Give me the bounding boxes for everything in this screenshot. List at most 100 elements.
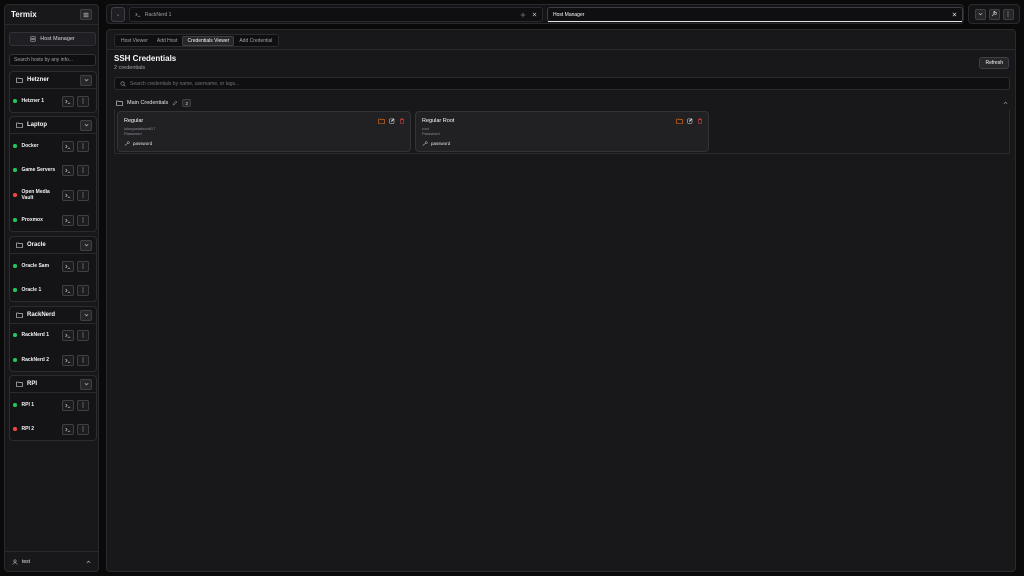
group-collapse-button[interactable] bbox=[80, 378, 92, 390]
group-header[interactable]: RPI bbox=[10, 376, 96, 393]
host-item-game-servers[interactable]: Game Servers bbox=[9, 161, 89, 179]
credential-folder-header[interactable]: Main Credentials 2 bbox=[114, 97, 1010, 109]
terminal-button[interactable] bbox=[62, 214, 74, 226]
status-dot bbox=[13, 168, 17, 172]
divider bbox=[107, 49, 1015, 50]
folder-icon bbox=[378, 118, 385, 124]
host-options-button[interactable] bbox=[77, 423, 89, 435]
host-item-hetzner-1[interactable]: Hetzner 1 bbox=[9, 92, 89, 110]
user-menu[interactable]: test bbox=[5, 551, 98, 571]
key-icon bbox=[124, 141, 130, 146]
host-item-racknerd-1[interactable]: RackNerd 1 bbox=[9, 326, 89, 344]
tab-racknerd-1[interactable]: RackNerd 1 bbox=[129, 7, 543, 22]
host-name: Oracle Sam bbox=[21, 263, 50, 269]
credential-type: Password bbox=[124, 131, 142, 136]
host-item-racknerd-2[interactable]: RackNerd 2 bbox=[9, 351, 89, 369]
host-manager-label: Host Manager bbox=[40, 36, 75, 42]
host-item-oracle-1[interactable]: Oracle 1 bbox=[9, 281, 89, 299]
host-search-input[interactable]: Search hosts by any info... bbox=[9, 54, 96, 66]
terminal-button[interactable] bbox=[62, 399, 74, 411]
group-collapse-button[interactable] bbox=[80, 74, 92, 86]
host-options-button[interactable] bbox=[77, 164, 89, 176]
status-dot bbox=[13, 427, 17, 431]
terminal-button[interactable] bbox=[62, 354, 74, 366]
split-icon[interactable] bbox=[520, 12, 526, 18]
host-options-button[interactable] bbox=[77, 284, 89, 296]
refresh-button[interactable]: Refresh bbox=[979, 57, 1009, 69]
tab-add-credential[interactable]: Add Credential bbox=[235, 36, 276, 46]
more-vertical-icon bbox=[82, 357, 84, 363]
credential-card[interactable]: Regular Root root Password password bbox=[415, 111, 709, 152]
host-manager-panel: Host Viewer Add Host Credentials Viewer … bbox=[106, 29, 1016, 572]
group-collapse-button[interactable] bbox=[80, 239, 92, 251]
host-options-button[interactable] bbox=[77, 354, 89, 366]
more-button[interactable] bbox=[1002, 8, 1014, 20]
terminal-button[interactable] bbox=[62, 423, 74, 435]
delete-credential-button[interactable] bbox=[398, 117, 405, 124]
terminal-button[interactable] bbox=[62, 189, 74, 201]
credential-search-input[interactable]: Search credentials by name, username, or… bbox=[114, 77, 1010, 90]
terminal-button[interactable] bbox=[62, 164, 74, 176]
host-item-rpi-1[interactable]: RPI 1 bbox=[9, 396, 89, 414]
chevron-down-icon bbox=[84, 382, 88, 386]
host-item-proxmox[interactable]: Proxmox bbox=[9, 211, 89, 229]
host-search-placeholder: Search hosts by any info... bbox=[14, 57, 73, 63]
folder-icon bbox=[116, 100, 123, 106]
home-icon bbox=[117, 13, 119, 16]
status-dot bbox=[13, 193, 17, 197]
host-item-open-media-vault[interactable]: Open Media Vault bbox=[9, 186, 89, 204]
tab-host-manager[interactable]: Host Manager bbox=[547, 7, 963, 22]
terminal-button[interactable] bbox=[62, 284, 74, 296]
group-collapse-button[interactable] bbox=[80, 309, 92, 321]
group-collapse-button[interactable] bbox=[80, 119, 92, 131]
close-icon[interactable] bbox=[532, 12, 537, 17]
terminal-button[interactable] bbox=[62, 260, 74, 272]
auth-type-badge: password bbox=[422, 141, 450, 146]
group-header[interactable]: Laptop bbox=[10, 117, 96, 134]
edit-credential-button[interactable] bbox=[686, 117, 693, 124]
host-options-button[interactable] bbox=[77, 95, 89, 107]
host-manager-button[interactable]: Host Manager bbox=[9, 32, 96, 46]
group-name: RackNerd bbox=[27, 312, 56, 318]
terminal-icon bbox=[65, 264, 71, 268]
terminal-button[interactable] bbox=[62, 329, 74, 341]
home-tab[interactable] bbox=[111, 7, 125, 22]
host-options-button[interactable] bbox=[77, 329, 89, 341]
credential-card[interactable]: Regular lukegustafson617 Password passwo… bbox=[117, 111, 411, 152]
host-options-button[interactable] bbox=[77, 140, 89, 152]
terminal-button[interactable] bbox=[62, 140, 74, 152]
host-name: Open Media Vault bbox=[21, 189, 50, 201]
terminal-icon bbox=[65, 193, 71, 197]
delete-credential-button[interactable] bbox=[696, 117, 703, 124]
terminal-button[interactable] bbox=[62, 95, 74, 107]
host-item-oracle-sam[interactable]: Oracle Sam bbox=[9, 257, 89, 275]
host-item-docker[interactable]: Docker bbox=[9, 137, 89, 155]
group-header[interactable]: Oracle bbox=[10, 237, 96, 254]
chevron-up-icon[interactable] bbox=[1003, 101, 1008, 105]
host-options-button[interactable] bbox=[77, 399, 89, 411]
pencil-icon[interactable] bbox=[172, 100, 178, 106]
edit-credential-button[interactable] bbox=[388, 117, 395, 124]
chevron-down-icon bbox=[84, 78, 88, 82]
group-header[interactable]: RackNerd bbox=[10, 307, 96, 324]
terminal-icon bbox=[65, 99, 71, 103]
collapse-topbar-button[interactable] bbox=[974, 8, 986, 20]
host-item-rpi-2[interactable]: RPI 2 bbox=[9, 420, 89, 438]
sidebar-menu-button[interactable] bbox=[80, 9, 92, 20]
close-icon[interactable] bbox=[952, 12, 957, 17]
host-name: Proxmox bbox=[21, 217, 43, 223]
tab-add-host[interactable]: Add Host bbox=[153, 36, 182, 46]
tab-host-viewer[interactable]: Host Viewer bbox=[117, 36, 152, 46]
tools-button[interactable] bbox=[988, 8, 1000, 20]
move-to-folder-button[interactable] bbox=[676, 117, 683, 124]
credential-count: 2 credentials bbox=[114, 65, 146, 71]
status-dot bbox=[13, 333, 17, 337]
host-options-button[interactable] bbox=[77, 214, 89, 226]
tab-credentials-viewer[interactable]: Credentials Viewer bbox=[182, 35, 235, 46]
group-header[interactable]: Hetzner bbox=[10, 72, 96, 89]
host-options-button[interactable] bbox=[77, 260, 89, 272]
tab-bar: RackNerd 1 Host Manager bbox=[106, 4, 964, 24]
move-to-folder-button[interactable] bbox=[378, 117, 385, 124]
host-options-button[interactable] bbox=[77, 189, 89, 201]
terminal-icon bbox=[65, 168, 71, 172]
